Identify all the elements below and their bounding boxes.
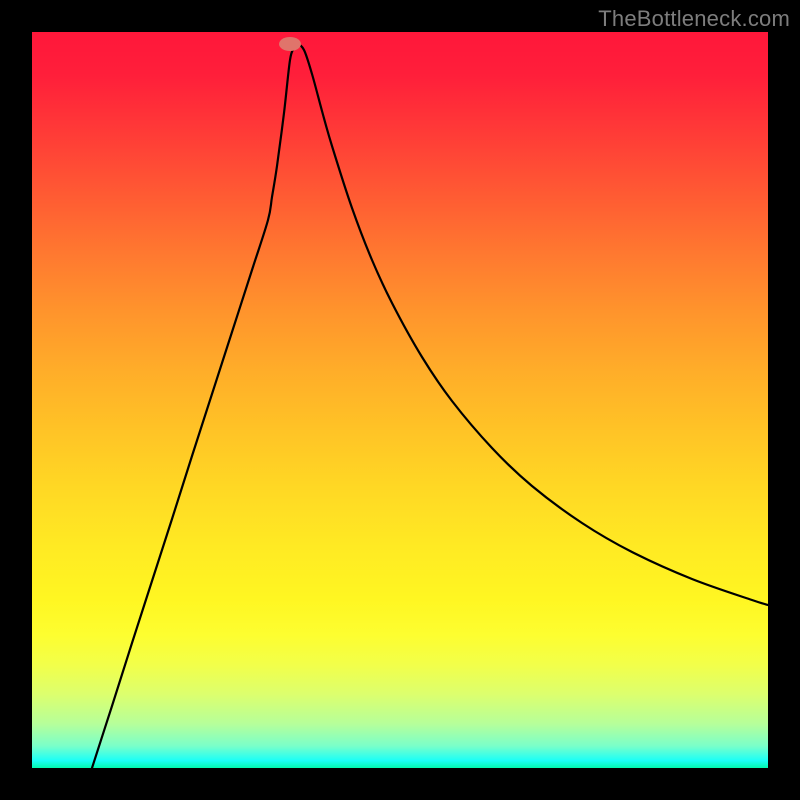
minimum-marker bbox=[279, 37, 301, 51]
watermark-text: TheBottleneck.com bbox=[598, 6, 790, 32]
bottleneck-curve bbox=[92, 44, 768, 768]
chart-frame: TheBottleneck.com bbox=[0, 0, 800, 800]
chart-svg bbox=[32, 32, 768, 768]
plot-area bbox=[32, 32, 768, 768]
